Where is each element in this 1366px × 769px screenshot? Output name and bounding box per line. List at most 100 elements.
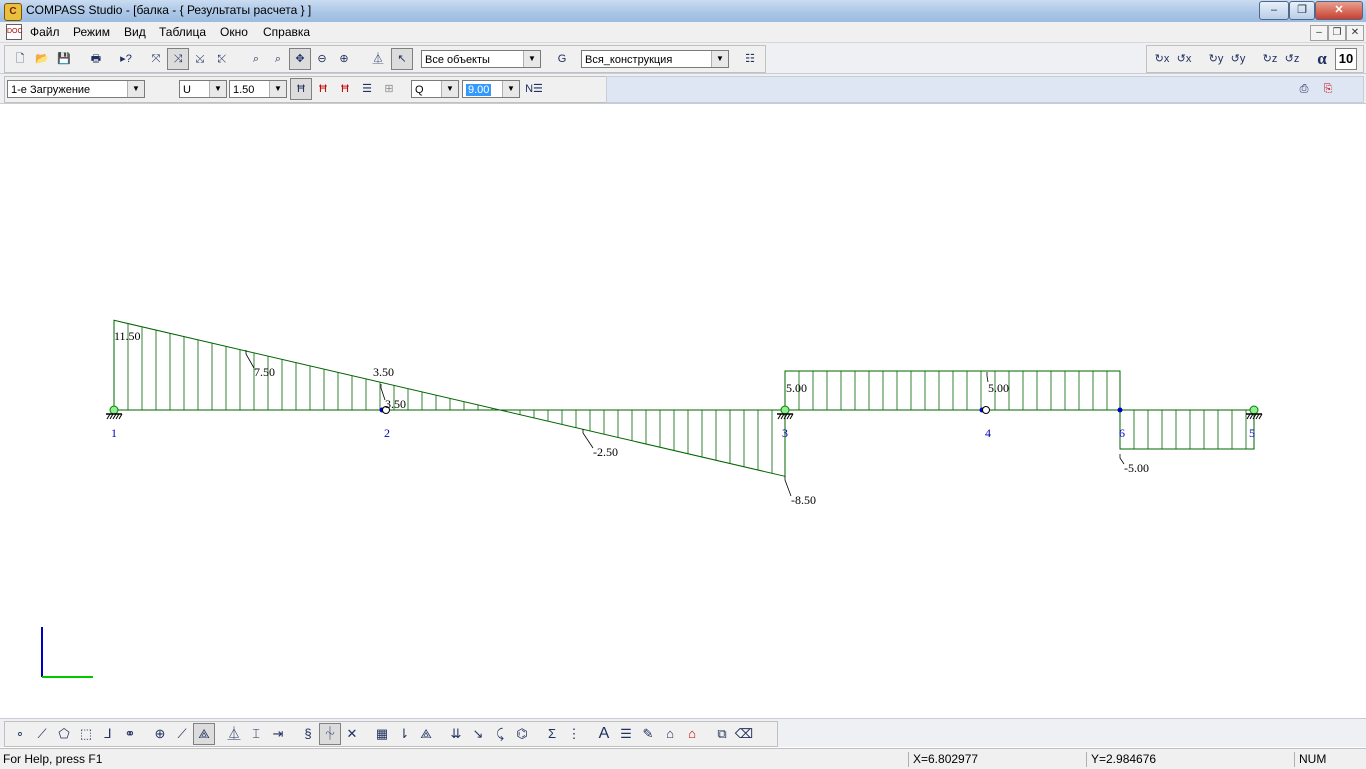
diagram-outline-icon[interactable]: Ħ — [312, 78, 334, 100]
moment-icon[interactable]: ⤹ — [489, 723, 511, 745]
open-icon[interactable]: 📂 — [31, 48, 53, 70]
frame-icon[interactable]: ⌂ — [659, 723, 681, 745]
rigid-link-icon[interactable]: ⌶ — [245, 723, 267, 745]
hinge-l-icon[interactable]: ⟋ — [171, 723, 193, 745]
zoom-out-icon[interactable]: ⊖ — [311, 48, 333, 70]
chevron-down-icon[interactable]: ▼ — [711, 51, 728, 67]
group-icon[interactable]: G — [551, 48, 573, 70]
menu-window[interactable]: Окно — [220, 25, 248, 39]
rotate-z-plus-icon[interactable]: ↻z — [1259, 48, 1281, 70]
menu-help[interactable]: Справка — [263, 25, 310, 39]
node-6-dot — [1117, 407, 1123, 413]
yz-view-icon[interactable]: ⤩ — [189, 48, 211, 70]
chevron-down-icon[interactable]: ▼ — [269, 81, 286, 97]
report-icon[interactable]: ⎘ — [1317, 78, 1339, 100]
rotate-y-plus-icon[interactable]: ↻y — [1205, 48, 1227, 70]
load-case-select[interactable]: 1-е Загружение ▼ — [7, 80, 145, 98]
properties-icon[interactable]: ☷ — [739, 48, 761, 70]
force-down-icon[interactable]: ⇊ — [445, 723, 467, 745]
load-case-value: 1-е Загружение — [11, 84, 91, 96]
chevron-down-icon[interactable]: ▼ — [209, 81, 226, 97]
alpha-value[interactable]: 10 — [1335, 48, 1357, 70]
force-type-select[interactable]: Q ▼ — [411, 80, 459, 98]
rotate-y-minus-icon[interactable]: ↺y — [1227, 48, 1249, 70]
construction-select[interactable]: Вся_конструкция ▼ — [581, 50, 729, 68]
plate-tool-icon[interactable]: ⬠ — [53, 723, 75, 745]
force-value-select[interactable]: 9.00 ▼ — [462, 80, 520, 98]
minimize-button[interactable]: – — [1259, 1, 1289, 20]
pan-icon[interactable]: ✥ — [289, 48, 311, 70]
chevron-down-icon[interactable]: ▼ — [441, 81, 458, 97]
node-label-6: 6 — [1119, 426, 1125, 440]
scale-select[interactable]: 1.50 ▼ — [229, 80, 287, 98]
save-icon[interactable]: 💾 — [53, 48, 75, 70]
supports — [106, 405, 1263, 420]
combination-icon[interactable]: Σ — [541, 723, 563, 745]
close-button[interactable]: ✕ — [1315, 1, 1363, 20]
node-tool-icon[interactable]: ∘ — [9, 723, 31, 745]
context-help-icon[interactable]: ▸? — [115, 48, 137, 70]
spring-icon[interactable]: ⇥ — [267, 723, 289, 745]
local-axes-icon[interactable]: ⅃ — [97, 723, 119, 745]
numbering-tool-icon[interactable]: ⚭ — [119, 723, 141, 745]
joint-icon[interactable]: ✕ — [341, 723, 363, 745]
material-icon[interactable]: ▦ — [371, 723, 393, 745]
rotate-x-minus-icon[interactable]: ↺x — [1173, 48, 1195, 70]
diagram-values-icon[interactable]: Ħ — [334, 78, 356, 100]
pencil-icon[interactable]: ✎ — [637, 723, 659, 745]
rotation-toolbar-panel: ↻x ↺x ↻y ↺y ↻z ↺z α 10 — [1146, 45, 1364, 73]
mdi-close-button[interactable]: ✕ — [1346, 25, 1364, 41]
iso-view-icon[interactable]: ⤪ — [211, 48, 233, 70]
plate-load-icon[interactable]: ⟁ — [415, 723, 437, 745]
zoom-window-icon[interactable]: ⌕ — [267, 48, 289, 70]
support-tool-icon[interactable]: ⏅ — [223, 723, 245, 745]
numbering-icon[interactable]: N☰ — [523, 78, 545, 100]
mdi-minimize-button[interactable]: – — [1310, 25, 1328, 41]
menu-table[interactable]: Таблица — [159, 25, 206, 39]
zoom-icon[interactable]: ⌕ — [245, 48, 267, 70]
menu-view[interactable]: Вид — [124, 25, 146, 39]
bar-load-icon[interactable]: ⇂ — [393, 723, 415, 745]
temperature-icon[interactable]: ⌬ — [511, 723, 533, 745]
menu-bar: DOC Файл Режим Вид Таблица Окно Справка … — [0, 22, 1366, 43]
text-tool-icon[interactable]: A — [593, 723, 615, 745]
support-1-icon — [106, 405, 123, 420]
hinge-p-icon[interactable]: ⟁ — [193, 723, 215, 745]
rotate-x-plus-icon[interactable]: ↻x — [1151, 48, 1173, 70]
section-icon[interactable]: § — [297, 723, 319, 745]
support-icon[interactable]: ⏅ — [367, 48, 389, 70]
zoom-in-icon[interactable]: ⊕ — [333, 48, 355, 70]
document-icon[interactable]: DOC — [6, 24, 23, 40]
bar-tool-icon[interactable]: ⟋ — [31, 723, 53, 745]
chevron-down-icon[interactable]: ▼ — [127, 81, 144, 97]
maximize-button[interactable]: ❐ — [1289, 1, 1315, 20]
list-icon[interactable]: ☰ — [615, 723, 637, 745]
objects-select[interactable]: Все объекты ▼ — [421, 50, 541, 68]
mdi-restore-button[interactable]: ❐ — [1328, 25, 1346, 41]
rotate-z-minus-icon[interactable]: ↺z — [1281, 48, 1303, 70]
diagram-table-icon[interactable]: ☰ — [356, 78, 378, 100]
new-icon[interactable]: 🗋 — [9, 48, 31, 70]
eraser-icon[interactable]: ⌫ — [733, 723, 755, 745]
chevron-down-icon[interactable]: ▼ — [523, 51, 540, 67]
export-icon[interactable]: ⎙ — [1293, 78, 1315, 100]
force-diag-icon[interactable]: ↘ — [467, 723, 489, 745]
menu-file[interactable]: Файл — [30, 25, 60, 39]
pointer-icon[interactable]: ↖ — [391, 48, 413, 70]
component-select[interactable]: U ▼ — [179, 80, 227, 98]
diagram-hatch-icon[interactable]: Ħ — [290, 78, 312, 100]
xz-view-icon[interactable]: ⤧ — [145, 48, 167, 70]
app-icon[interactable]: C — [4, 3, 22, 21]
xy-view-icon[interactable]: ⤨ — [167, 48, 189, 70]
node-label-4: 4 — [985, 426, 991, 440]
drawing-canvas[interactable]: 1 2 3 4 6 5 11.50 7.50 3.50 3.50 -2.50 -8.50 5.00 5.0… — [0, 104, 1366, 718]
frame-red-icon[interactable]: ⌂ — [681, 723, 703, 745]
hinge-n-icon[interactable]: ⊕ — [149, 723, 171, 745]
load-table-icon[interactable]: ⋮ — [563, 723, 585, 745]
solid-tool-icon[interactable]: ⬚ — [75, 723, 97, 745]
print-icon[interactable]: 🖶 — [85, 48, 107, 70]
copy-icon[interactable]: ⧉ — [711, 723, 733, 745]
menu-mode[interactable]: Режим — [73, 25, 110, 39]
bar-props-icon[interactable]: ⏆ — [319, 723, 341, 745]
chevron-down-icon[interactable]: ▼ — [502, 81, 519, 97]
